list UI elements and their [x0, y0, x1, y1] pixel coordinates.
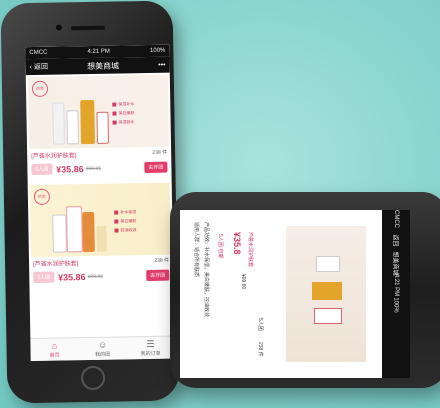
back-button[interactable]: 返回 — [391, 234, 400, 246]
battery: 100% — [392, 297, 399, 313]
bottle-icon — [52, 102, 65, 145]
open-group-button[interactable]: 去开团 — [146, 269, 170, 282]
description-line: 适用人群：适合所有肤质 — [193, 222, 199, 278]
clock: 4:21 PM — [87, 48, 110, 56]
original-price: ¥99.80 — [240, 274, 246, 290]
page-title: 想美商城 — [391, 251, 398, 276]
more-icon[interactable]: ••• — [158, 61, 165, 68]
feature-item: 美白嫩肤 — [112, 110, 134, 116]
orders-icon: ☰ — [146, 338, 155, 350]
phone-screen: CMCC 4:21 PM 100% ‹ 返回 想美商城 ••• 热卖 保湿补水 … — [25, 44, 175, 362]
tab-label: 我的团 — [95, 351, 111, 358]
group-tag: 5人团 — [33, 271, 55, 284]
rotated-nav-bar: CMCC 返回 想美商城 4:21 PM 100% — [382, 210, 410, 378]
tab-bar: ⌂ 首页 ☺ 我的团 ☰ 我的订单 — [30, 335, 175, 362]
tab-label: 首页 — [49, 352, 60, 359]
bottle-icon — [52, 214, 67, 253]
back-button[interactable]: ‹ 返回 — [30, 62, 48, 72]
group-tag: 5人团 — [257, 318, 263, 331]
hot-badge: 热卖 — [31, 80, 49, 97]
original-price: ¥99.86 — [85, 165, 102, 172]
carrier: CMCC — [29, 49, 48, 57]
camera-icon — [55, 24, 63, 31]
feature-item: 美白嫩肤 — [114, 218, 136, 224]
bottle-icon — [314, 308, 342, 324]
product-name: 芦荟水润护肤套 — [247, 232, 253, 268]
battery: 100% — [149, 47, 166, 54]
sold-count: 238 件 — [257, 342, 263, 357]
home-button[interactable] — [80, 365, 106, 391]
bottle-icon — [80, 99, 95, 145]
sold-count: 238 件 — [152, 149, 168, 156]
home-icon: ⌂ — [51, 340, 58, 351]
hot-badge: 热卖 — [33, 188, 51, 205]
bottle-icon — [316, 256, 340, 272]
promo-tag: 5人团·包邮 — [217, 234, 223, 259]
price: ¥35.86 — [56, 163, 84, 175]
description-line: 产品功效：补水保湿，美白嫩肤，控油收敛 — [203, 222, 209, 318]
bottle-icon — [66, 110, 79, 145]
tab-home[interactable]: ⌂ 首页 — [30, 338, 78, 361]
phone-front: CMCC 4:21 PM 100% ‹ 返回 想美商城 ••• 热卖 保湿补水 … — [0, 0, 180, 404]
feature-item: 保湿锁水 — [113, 119, 135, 125]
carrier: CMCC — [393, 210, 399, 228]
product-info-1: [芦荟水润护肤套] 238 件 5人团 ¥35.86 ¥99.86 去开团 — [27, 147, 172, 184]
nav-bar: ‹ 返回 想美商城 ••• — [25, 56, 170, 76]
feature-item: 补水保湿 — [114, 209, 136, 215]
feature-item: 控油收敛 — [114, 227, 136, 233]
tab-my-orders[interactable]: ☰ 我的订单 — [126, 337, 174, 360]
price: ¥35.8 — [232, 232, 242, 255]
tab-label: 我的订单 — [140, 350, 161, 358]
product-info-2: [芦荟水润护肤套] 238 件 5人团 ¥35.86 ¥99.86 去开团 — [29, 255, 174, 292]
bottle-icon — [312, 282, 342, 300]
page-title: 想美商城 — [87, 60, 120, 71]
bottle-icon — [96, 111, 109, 144]
original-price: ¥99.86 — [87, 273, 103, 280]
user-icon: ☺ — [97, 339, 108, 350]
feature-list: 保湿补水 美白嫩肤 保湿锁水 — [112, 101, 134, 128]
phone-back: CMCC 返回 想美商城 4:21 PM 100% ¥35.8 芦荟水润护肤套 … — [170, 192, 440, 388]
product-image-2[interactable]: 热卖 补水保湿 美白嫩肤 控油收敛 — [29, 182, 171, 258]
product-hero-image — [286, 226, 366, 362]
sold-count: 238 件 — [154, 257, 170, 264]
tab-my-group[interactable]: ☺ 我的团 — [78, 337, 126, 360]
bottle-icon — [66, 206, 83, 253]
bottle-icon — [82, 211, 95, 253]
product-name[interactable]: [芦荟水润护肤套] — [33, 258, 78, 268]
group-tag: 5人团 — [31, 163, 53, 176]
phone-screen-rotated: CMCC 返回 想美商城 4:21 PM 100% ¥35.8 芦荟水润护肤套 … — [180, 210, 410, 378]
feature-list: 补水保湿 美白嫩肤 控油收敛 — [114, 209, 136, 236]
open-group-button[interactable]: 去开团 — [144, 161, 168, 174]
speaker-grille — [70, 25, 105, 31]
feature-item: 保湿补水 — [112, 101, 134, 107]
back-label: 返回 — [33, 63, 48, 71]
product-name[interactable]: [芦荟水润护肤套] — [31, 150, 76, 160]
clock: 4:21 PM — [392, 273, 399, 297]
product-image-1[interactable]: 热卖 保湿补水 美白嫩肤 保湿锁水 — [27, 74, 170, 150]
price: ¥35.86 — [57, 271, 86, 283]
bottle-icon — [96, 225, 107, 252]
